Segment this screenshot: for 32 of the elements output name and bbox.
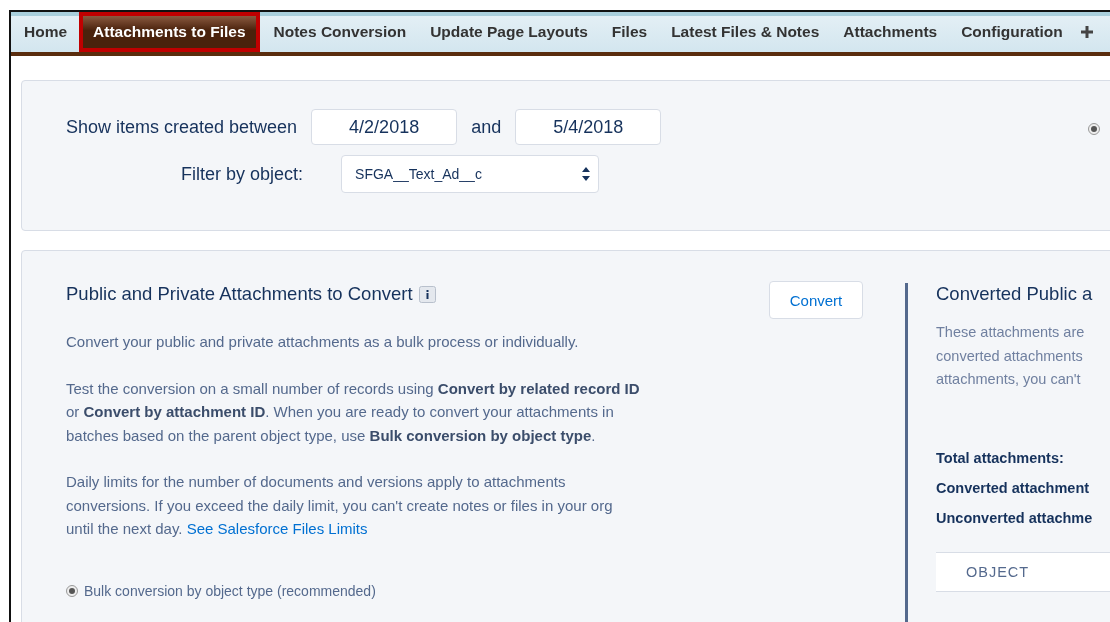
end-date-field[interactable]: 5/4/2018: [515, 109, 662, 145]
and-label: and: [471, 116, 502, 138]
column-header: OBJECT: [936, 551, 1110, 592]
stat-label: Converted attachment: [936, 479, 1091, 496]
plus-icon[interactable]: [1080, 26, 1093, 38]
description-text: Test the conversion on a small number of records using Convert by related record ID or Convert by attachment ID. When you are ready to convert your attachments in batches based on the parent object type, use Bulk conversion by object type.: [66, 378, 641, 446]
option-label: Bulk conversion by object type (recommended): [84, 582, 376, 599]
section-title: Converted Public a: [936, 283, 1094, 305]
start-date-field[interactable]: 4/2/2018: [311, 109, 458, 145]
files-limits-link[interactable]: See Salesforce Files Limits: [186, 520, 368, 537]
radio-button[interactable]: [1088, 123, 1100, 135]
description-text: Convert your public and private attachments as a bulk process or individually.: [66, 332, 580, 352]
radio-button[interactable]: [66, 584, 78, 597]
description-text: These attachments are converted attachments attachments, you can't: [936, 323, 1086, 389]
nav-tab[interactable]: Files: [599, 15, 660, 49]
date-range-label: Show items created between: [66, 116, 298, 138]
sort-arrows-icon: [582, 167, 591, 181]
nav-tab[interactable]: Update Page Layouts: [418, 15, 600, 49]
nav-tab[interactable]: Attachments to Files: [79, 12, 260, 52]
nav-tab[interactable]: Latest Files & Notes: [659, 15, 832, 49]
object-filter-label: Filter by object:: [181, 163, 304, 185]
stat-label: Total attachments:: [936, 449, 1065, 466]
section-title: Public and Private Attachments to Convert: [66, 283, 413, 305]
nav-tab[interactable]: Attachments: [831, 15, 950, 49]
info-icon[interactable]: [418, 285, 436, 303]
object-select[interactable]: SFGA__Text_Ad__c: [341, 155, 600, 193]
stat-label: Unconverted attachme: [936, 509, 1094, 526]
nav-tab[interactable]: Notes Conversion: [261, 15, 419, 49]
convert-button[interactable]: Convert: [769, 281, 863, 319]
nav-tab[interactable]: Home: [12, 15, 80, 49]
limits-text: Daily limits for the number of documents and versions apply to attachments conversions. If you exceed the daily limit, you can't create notes or files in your org until the next day. See Salesforce Files Limits: [66, 472, 614, 539]
nav-tab[interactable]: Configuration: [949, 15, 1075, 49]
